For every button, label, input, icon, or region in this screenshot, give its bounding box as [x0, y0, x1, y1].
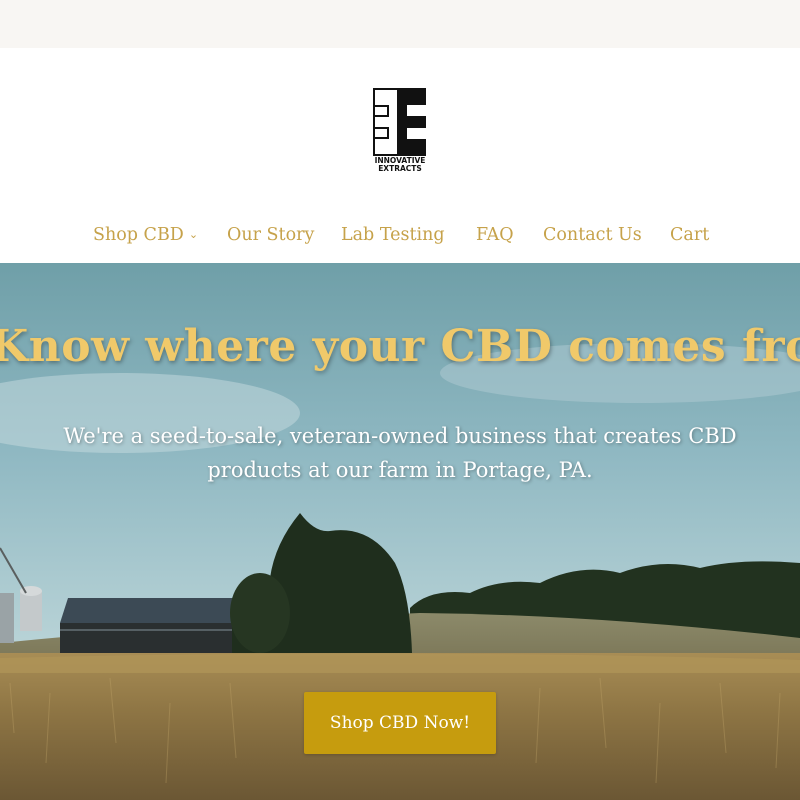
- nav-item-contact-us[interactable]: Contact Us: [543, 222, 642, 248]
- nav-item-label: Shop CBD: [93, 225, 184, 245]
- nav-item-shop-cbd[interactable]: Shop CBD ⌄: [93, 222, 198, 248]
- nav-item-faq[interactable]: FAQ: [476, 222, 514, 248]
- site-logo[interactable]: INNOVATIVE EXTRACTS: [371, 88, 429, 174]
- nav-item-lab-testing[interactable]: Lab Testing: [341, 222, 445, 248]
- hero-subtitle: We're a seed-to-sale, veteran-owned busi…: [40, 419, 760, 487]
- hero-title: Know where your CBD comes from.: [0, 321, 800, 372]
- hero-subtitle-line1: We're a seed-to-sale, veteran-owned busi…: [63, 424, 737, 448]
- main-nav: Shop CBD ⌄ Our Story Lab Testing FAQ Cont…: [0, 222, 800, 248]
- logo-mark-icon: [373, 88, 426, 156]
- top-bar: [0, 0, 800, 48]
- shop-cbd-now-button[interactable]: Shop CBD Now!: [304, 692, 496, 754]
- chevron-down-icon: ⌄: [188, 228, 199, 241]
- site-header: INNOVATIVE EXTRACTS Shop CBD ⌄ Our Story …: [0, 48, 800, 263]
- hero-subtitle-line2: products at our farm in Portage, PA.: [207, 458, 593, 482]
- logo-text-line2: EXTRACTS: [378, 164, 422, 173]
- nav-item-cart[interactable]: Cart: [670, 222, 709, 248]
- nav-item-our-story[interactable]: Our Story: [227, 222, 314, 248]
- hero-section: Know where your CBD comes from. We're a …: [0, 263, 800, 800]
